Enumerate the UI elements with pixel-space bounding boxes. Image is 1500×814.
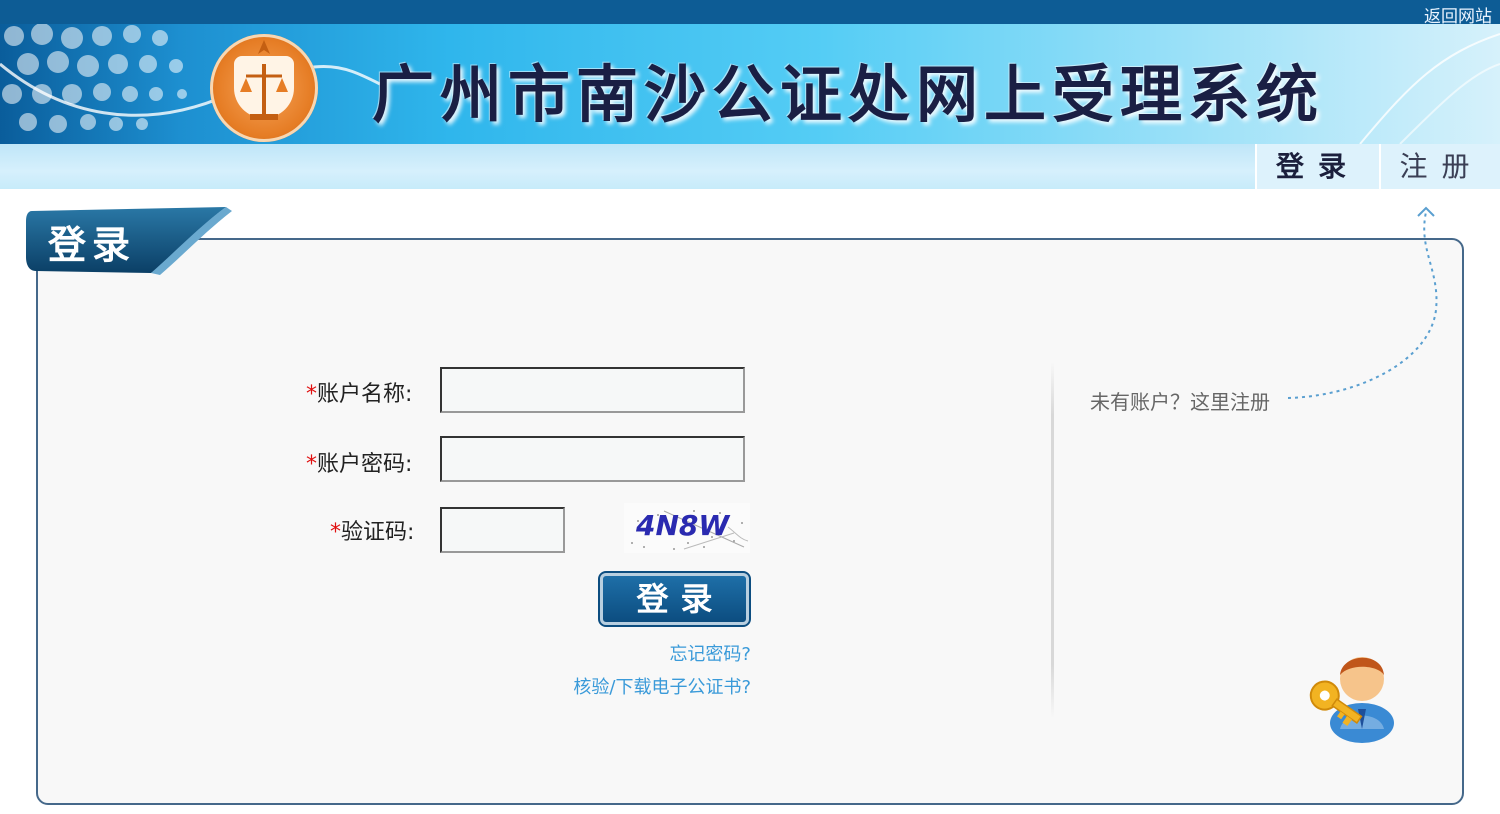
verify-download-certificate-link[interactable]: 核验/下载电子公证书? bbox=[573, 673, 751, 699]
username-label: *账户名称: bbox=[306, 376, 412, 408]
panel-divider bbox=[1051, 362, 1054, 718]
captcha-text: 4N8W bbox=[635, 509, 730, 542]
username-label-text: 账户名称: bbox=[317, 382, 413, 407]
nav-login-tab[interactable]: 登录 bbox=[1255, 144, 1379, 189]
forgot-password-link[interactable]: 忘记密码? bbox=[669, 640, 751, 666]
password-label-text: 账户密码: bbox=[317, 452, 413, 477]
dot-pattern-decoration bbox=[0, 24, 380, 133]
swoosh-decoration bbox=[1359, 33, 1500, 144]
logo-emblem-icon bbox=[210, 34, 318, 142]
site-title: 广州市南沙公证处网上受理系统 bbox=[372, 58, 1325, 131]
user-key-icon bbox=[1309, 657, 1394, 743]
captcha-input[interactable] bbox=[440, 507, 565, 553]
password-label: *账户密码: bbox=[306, 446, 412, 478]
panel-tag-label: 登录 bbox=[48, 223, 137, 267]
register-hint-link[interactable]: 未有账户？这里注册 bbox=[1090, 386, 1270, 415]
captcha-label: *验证码: bbox=[330, 514, 414, 546]
required-mark: * bbox=[306, 452, 317, 477]
header-banner: 广州市南沙公证处网上受理系统 bbox=[0, 24, 1500, 144]
login-panel bbox=[36, 238, 1464, 805]
nav-register-tab[interactable]: 注册 bbox=[1379, 144, 1500, 189]
captcha-label-text: 验证码: bbox=[341, 520, 415, 545]
nav-bar: 登录 注册 bbox=[0, 144, 1500, 189]
dotted-arrow-decoration bbox=[1287, 206, 1438, 399]
password-input[interactable] bbox=[440, 436, 745, 482]
top-strip: 返回网站 bbox=[0, 0, 1500, 27]
captcha-image[interactable]: 4N8W bbox=[624, 503, 750, 553]
required-mark: * bbox=[330, 520, 341, 545]
required-mark: * bbox=[306, 382, 317, 407]
login-submit-button[interactable]: 登录 bbox=[598, 571, 751, 627]
username-input[interactable] bbox=[440, 367, 745, 413]
